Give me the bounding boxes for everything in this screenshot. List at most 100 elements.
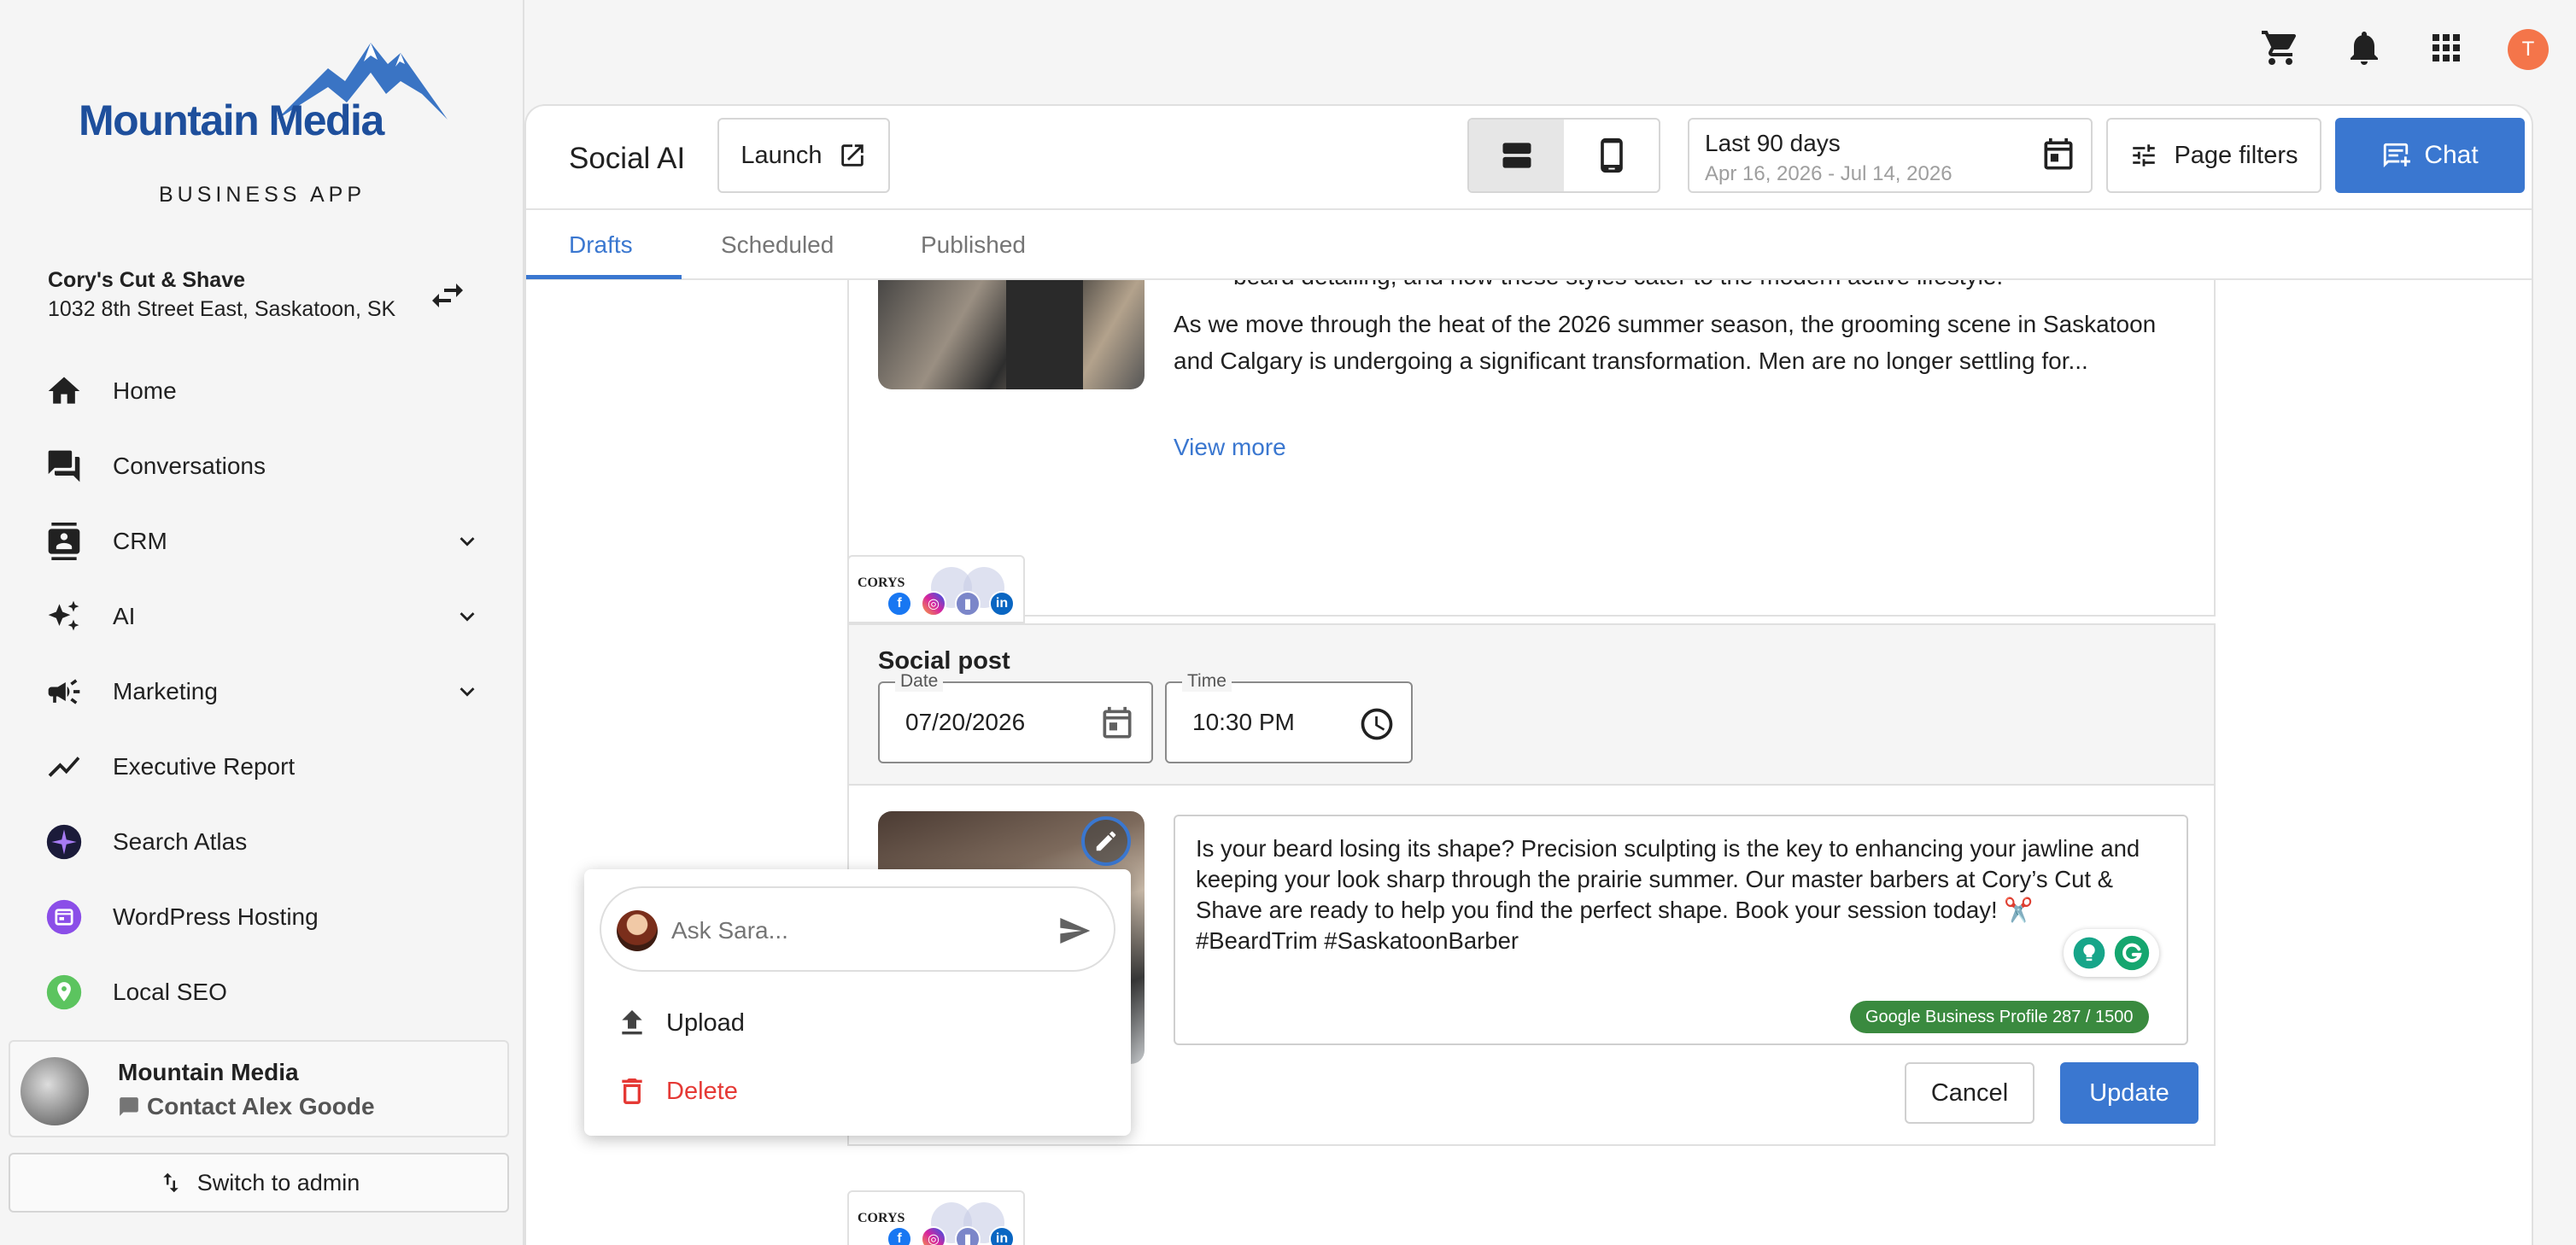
account-address: 1032 8th Street East, Saskatoon, SK [48,297,396,321]
date-range-label: Last 90 days [1705,130,1841,156]
delete-label: Delete [666,1077,738,1105]
mobile-view-button[interactable] [1564,120,1659,191]
date-field-value: 07/20/2026 [905,709,1026,735]
nav-item-search-atlas[interactable]: Search Atlas [0,808,512,876]
instagram-icon: ◎ [921,1226,946,1245]
launch-button[interactable]: Launch [717,118,890,193]
chevron-down-icon [460,687,475,697]
message-icon [120,1097,138,1116]
calendar-icon[interactable] [1098,705,1136,743]
sara-avatar [617,910,658,951]
writing-assistant-widget[interactable] [2064,929,2159,977]
nav-label: Search Atlas [113,828,248,855]
partner-profile-card[interactable]: Mountain Media Contact Alex Goode [9,1040,509,1137]
megaphone-icon [44,672,84,711]
business-logo: CORYS [858,576,905,590]
upload-label: Upload [666,1008,745,1037]
tab-published[interactable]: Published [921,210,1026,280]
editor-header: Social post Date 07/20/2026 Time 10:30 P… [849,625,2214,786]
time-field-label: Time [1182,671,1232,692]
nav-item-executive-report[interactable]: Executive Report [0,733,512,801]
wordpress-hosting-icon [44,897,84,937]
chevron-down-icon [460,537,475,547]
time-field-value: 10:30 PM [1192,709,1295,735]
date-field[interactable]: Date 07/20/2026 [878,671,1153,763]
nav-label: Marketing [113,678,218,704]
facebook-icon: f [887,1226,912,1245]
trend-line-icon [44,747,84,786]
date-range-dates: Apr 16, 2026 - Jul 14, 2026 [1705,162,1952,185]
nav-label: Home [113,377,177,404]
nav-item-local-seo[interactable]: Local SEO [0,958,512,1026]
facebook-icon: f [887,591,912,617]
nav-item-crm[interactable]: CRM [0,507,512,576]
page-title: Social AI [569,142,686,175]
chat-bubbles-icon [44,447,84,486]
phone-icon [1600,137,1623,173]
upload-icon [622,1010,642,1035]
view-more-link[interactable]: View more [1174,434,1286,461]
tab-drafts[interactable]: Drafts [569,210,633,280]
calendar-icon [2044,137,2073,170]
google-business-icon: ▮ [955,1226,981,1245]
nav-item-conversations[interactable]: Conversations [0,432,512,500]
edit-media-button[interactable] [1081,816,1131,866]
nav-item-wordpress-hosting[interactable]: WordPress Hosting [0,883,512,951]
tab-scheduled[interactable]: Scheduled [721,210,834,280]
apps-grid-icon[interactable] [2426,27,2467,68]
nav-item-marketing[interactable]: Marketing [0,658,512,726]
cancel-button[interactable]: Cancel [1905,1062,2034,1124]
linkedin-icon: in [989,591,1015,617]
upload-menu-item[interactable]: Upload [584,989,1131,1057]
media-options-menu: Ask Sara... Upload Delete [584,869,1131,1136]
sidebar: Mountain Media BUSINESS APP Cory's Cut &… [0,0,524,1245]
nav-label: Executive Report [113,753,296,780]
switch-to-admin-button[interactable]: Switch to admin [9,1153,509,1213]
chat-label: Chat [2424,141,2479,169]
contact-card-icon [44,522,84,561]
switch-account-icon[interactable] [427,275,468,316]
nav-item-home[interactable]: Home [0,357,512,425]
ask-sara-placeholder: Ask Sara... [671,917,788,944]
brand-logo[interactable]: Mountain Media [79,34,448,145]
chat-button[interactable]: Chat [2335,118,2525,193]
business-app-label: BUSINESS APP [158,183,366,207]
channel-selector[interactable]: CORYS f ◎ ▮ in [847,555,1025,623]
active-tab-indicator [526,275,682,279]
instagram-icon: ◎ [921,591,946,617]
post-body-text: As we move through the heat of the 2026 … [1174,311,2157,374]
character-count-badge: Google Business Profile 287 / 1500 [1850,1001,2149,1033]
update-button[interactable]: Update [2060,1062,2198,1124]
channel-selector[interactable]: CORYS f ◎ ▮ in [847,1190,1025,1245]
date-range-picker[interactable]: Last 90 days Apr 16, 2026 - Jul 14, 2026 [1688,118,2093,193]
post-text: Is your beard losing its shape? Precisio… [1196,835,2140,954]
stacked-view-icon [1502,143,1531,168]
chat-add-icon [2384,143,2411,168]
contact-link[interactable]: Contact Alex Goode [118,1093,375,1120]
time-field[interactable]: Time 10:30 PM [1165,671,1413,763]
ask-sara-input[interactable]: Ask Sara... [600,886,1115,972]
lightbulb-icon [2073,937,2105,969]
delete-menu-item[interactable]: Delete [584,1057,1131,1125]
open-external-icon [840,144,864,167]
nav-label: Local SEO [113,979,227,1005]
cart-icon[interactable] [2260,27,2301,68]
clock-icon[interactable] [1358,705,1396,743]
partner-name: Mountain Media [118,1059,299,1085]
bell-icon[interactable] [2344,27,2385,68]
linkedin-icon: in [989,1226,1015,1245]
desktop-view-button[interactable] [1469,120,1564,191]
account-name: Cory's Cut & Shave [48,268,246,292]
sparkles-icon [44,597,84,636]
nav-item-ai[interactable]: AI [0,582,512,651]
page-filters-button[interactable]: Page filters [2106,118,2321,193]
launch-label: Launch [741,141,823,169]
nav-label: Conversations [113,453,266,479]
google-business-icon: ▮ [955,591,981,617]
grammarly-icon [2114,935,2150,971]
send-icon[interactable] [1056,914,1093,948]
user-avatar[interactable]: T [2508,29,2549,70]
tune-icon [2133,144,2156,167]
post-text-area[interactable]: Is your beard losing its shape? Precisio… [1174,815,2188,1045]
tab-bar: Drafts Scheduled Published [526,208,2532,280]
